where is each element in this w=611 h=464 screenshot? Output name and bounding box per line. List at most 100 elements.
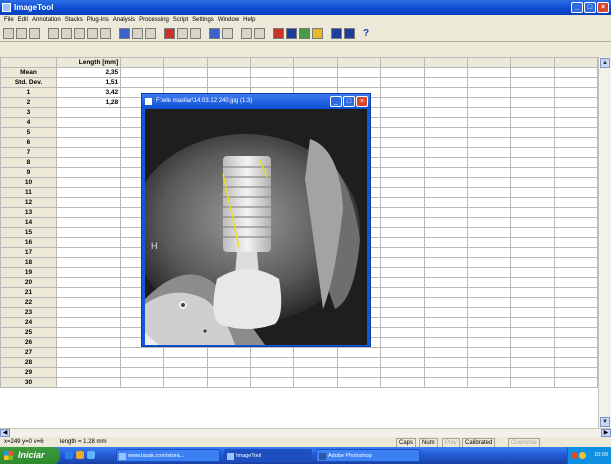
empty-cell[interactable] [466,67,512,78]
empty-cell[interactable] [423,127,468,138]
minimize-button[interactable]: _ [571,2,583,13]
empty-cell[interactable] [553,167,598,178]
empty-cell[interactable] [250,377,295,388]
empty-cell[interactable] [423,207,468,218]
dental-xray-image[interactable]: H [145,109,367,345]
row-header[interactable]: 27 [0,347,57,358]
row-header[interactable]: Std. Dev. [0,77,57,88]
empty-cell[interactable] [380,327,425,338]
empty-cell[interactable] [336,347,382,358]
empty-cell[interactable] [466,207,512,218]
empty-cell[interactable] [206,77,252,88]
image-icon[interactable] [209,28,220,39]
measure-angle-icon[interactable] [145,28,156,39]
empty-cell[interactable] [120,377,165,388]
row-header[interactable]: 11 [0,187,57,198]
empty-cell[interactable] [510,77,555,88]
close-button[interactable]: × [597,2,609,13]
length-cell[interactable] [55,267,122,278]
empty-cell[interactable] [336,77,382,88]
length-cell[interactable] [55,277,122,288]
empty-cell[interactable] [423,197,468,208]
menu-item-script[interactable]: Script [173,15,188,26]
empty-cell[interactable] [553,377,598,388]
empty-cell[interactable] [510,367,555,378]
empty-cell[interactable] [553,257,598,268]
empty-cell[interactable] [423,217,468,228]
empty-cell[interactable] [553,197,598,208]
empty-cell[interactable] [423,187,468,198]
empty-cell[interactable] [336,367,382,378]
empty-cell[interactable] [423,97,468,108]
empty-cell[interactable] [423,87,468,98]
column-header[interactable] [510,57,555,68]
empty-cell[interactable] [380,197,425,208]
empty-cell[interactable] [423,347,468,358]
empty-cell[interactable] [336,357,382,368]
menu-item-edit[interactable]: Edit [18,15,28,26]
empty-cell[interactable] [553,307,598,318]
empty-cell[interactable] [510,237,555,248]
empty-cell[interactable] [466,167,512,178]
empty-cell[interactable] [380,207,425,218]
empty-cell[interactable] [553,117,598,128]
length-cell[interactable] [55,187,122,198]
zoom-out-icon[interactable] [254,28,265,39]
empty-cell[interactable] [423,267,468,278]
empty-cell[interactable] [510,197,555,208]
row-header[interactable]: 9 [0,167,57,178]
empty-cell[interactable] [510,127,555,138]
length-cell[interactable] [55,337,122,348]
empty-cell[interactable] [423,277,468,288]
empty-cell[interactable] [380,227,425,238]
empty-cell[interactable] [466,287,512,298]
empty-cell[interactable] [466,357,512,368]
paint-icon[interactable] [312,28,323,39]
empty-cell[interactable] [120,367,165,378]
empty-cell[interactable] [423,287,468,298]
empty-cell[interactable] [466,337,512,348]
empty-cell[interactable] [510,87,555,98]
empty-cell[interactable] [553,247,598,258]
empty-cell[interactable] [423,367,468,378]
crop-tool-icon[interactable] [190,28,201,39]
empty-cell[interactable] [293,67,338,78]
length-cell[interactable] [55,117,122,128]
row-header[interactable]: 30 [0,377,57,388]
length-cell[interactable] [55,207,122,218]
empty-cell[interactable] [250,357,295,368]
empty-cell[interactable] [120,357,165,368]
empty-cell[interactable] [510,167,555,178]
empty-cell[interactable] [163,357,208,368]
empty-cell[interactable] [466,247,512,258]
cut-icon[interactable] [61,28,72,39]
row-header[interactable]: 10 [0,177,57,188]
row-header[interactable]: 22 [0,297,57,308]
empty-cell[interactable] [466,157,512,168]
empty-cell[interactable] [553,227,598,238]
empty-cell[interactable] [380,337,425,348]
save-file-icon[interactable] [16,28,27,39]
empty-cell[interactable] [510,187,555,198]
empty-cell[interactable] [380,287,425,298]
explorer-icon[interactable] [87,451,95,459]
empty-cell[interactable] [206,367,252,378]
length-cell[interactable] [55,347,122,358]
empty-cell[interactable] [510,327,555,338]
empty-cell[interactable] [380,267,425,278]
empty-cell[interactable] [553,337,598,348]
empty-cell[interactable] [510,217,555,228]
empty-cell[interactable] [553,157,598,168]
empty-cell[interactable] [510,207,555,218]
empty-cell[interactable] [466,347,512,358]
length-cell[interactable] [55,137,122,148]
empty-cell[interactable] [510,147,555,158]
empty-cell[interactable] [553,147,598,158]
length-cell[interactable]: 2,35 [55,67,122,78]
empty-cell[interactable] [510,177,555,188]
row-header[interactable]: 4 [0,117,57,128]
image-close-button[interactable]: × [356,96,368,107]
empty-cell[interactable] [163,347,208,358]
empty-cell[interactable] [380,107,425,118]
empty-cell[interactable] [380,357,425,368]
